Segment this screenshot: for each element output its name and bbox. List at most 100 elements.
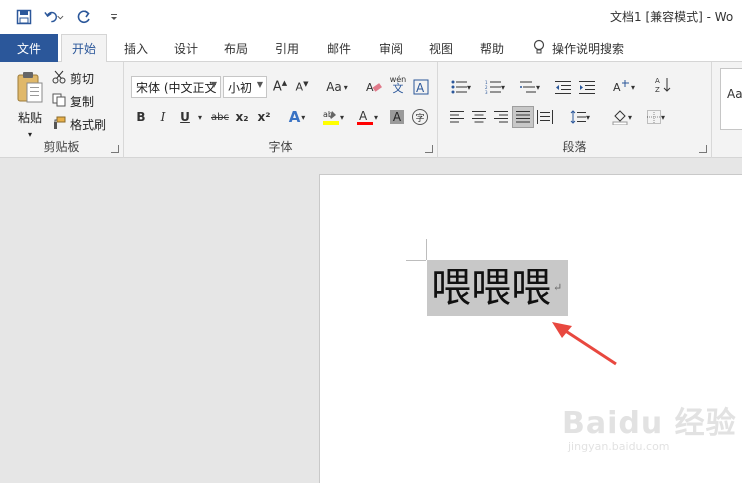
phonetic-char-icon: 文 [392, 82, 404, 95]
tab-help[interactable]: 帮助 [470, 34, 514, 62]
clear-formatting-button[interactable]: A [365, 77, 383, 97]
tab-design[interactable]: 设计 [164, 34, 208, 62]
eraser-icon: A [366, 79, 382, 95]
paste-button[interactable]: 粘贴 ▾ [12, 70, 48, 140]
enclose-characters-button[interactable]: 字 [411, 107, 429, 127]
decrease-indent-icon [555, 80, 571, 94]
change-case-button[interactable]: Aa ▾ [322, 77, 352, 97]
format-painter-icon [52, 116, 66, 133]
tab-mailings[interactable]: 邮件 [317, 34, 361, 62]
numbering-button[interactable]: 123 ▾ [482, 77, 508, 97]
chevron-down-icon: ▾ [339, 112, 344, 122]
italic-button[interactable]: I [156, 107, 170, 127]
grow-font-button[interactable]: A▲ [272, 77, 288, 97]
bold-button[interactable]: B [134, 107, 148, 127]
chevron-down-icon: ▾ [343, 82, 348, 92]
chevron-down-icon: ▾ [301, 112, 306, 122]
tell-me-label: 操作说明搜索 [552, 41, 625, 56]
svg-text:A: A [359, 109, 368, 123]
bullets-button[interactable]: ▾ [448, 77, 474, 97]
chevron-down-icon: ▾ [500, 82, 505, 92]
superscript-button[interactable]: x² [256, 107, 272, 127]
tab-references[interactable]: 引用 [265, 34, 309, 62]
font-size-combo[interactable]: 小初 ▼ [223, 76, 267, 98]
justify-button[interactable] [512, 106, 534, 128]
svg-text:Z: Z [655, 86, 660, 94]
borders-button[interactable]: ▾ [642, 107, 670, 127]
font-name-combo[interactable]: 宋体 (中文正文 ▼ [131, 76, 221, 98]
chevron-down-icon: ▾ [660, 112, 665, 122]
character-shading-button[interactable]: A [388, 107, 406, 127]
tab-layout[interactable]: 布局 [214, 34, 258, 62]
align-left-button[interactable] [448, 107, 466, 127]
highlight-color-button[interactable]: ab ▾ [318, 107, 348, 127]
justify-icon [516, 111, 530, 123]
bullet-list-icon [451, 80, 467, 94]
character-border-button[interactable]: A [412, 77, 430, 97]
increase-indent-button[interactable] [578, 77, 596, 97]
format-painter-label: 格式刷 [70, 117, 107, 132]
line-spacing-button[interactable]: ▾ [566, 107, 594, 127]
paste-icon [15, 72, 45, 107]
tab-insert[interactable]: 插入 [114, 34, 158, 62]
copy-button[interactable]: 复制 [52, 91, 94, 111]
chinese-layout-button[interactable]: A ▾ [610, 77, 638, 97]
font-color-button[interactable]: A ▾ [352, 107, 382, 127]
font-group-label: 字体 [268, 140, 293, 154]
selected-text[interactable]: 喂喂喂 ↵ [427, 260, 569, 316]
chevron-down-icon: ▼ [256, 80, 263, 89]
align-center-button[interactable] [470, 107, 488, 127]
tab-review[interactable]: 审阅 [369, 34, 413, 62]
clipboard-dialog-launcher-icon[interactable] [111, 145, 119, 153]
document-text: 喂喂喂 [431, 265, 551, 311]
tell-me-search[interactable]: 操作说明搜索 [532, 34, 624, 62]
svg-text:3: 3 [485, 90, 488, 94]
multilevel-list-button[interactable]: ▾ [516, 77, 544, 97]
tab-file[interactable]: 文件 [0, 34, 58, 62]
tab-home[interactable]: 开始 [61, 34, 107, 63]
sort-button[interactable]: AZ [654, 75, 672, 95]
text-effects-button[interactable]: A ▾ [284, 107, 310, 127]
align-right-button[interactable] [492, 107, 510, 127]
decrease-indent-button[interactable] [554, 77, 572, 97]
save-icon[interactable] [14, 7, 34, 27]
sort-icon: AZ [655, 76, 671, 94]
distributed-button[interactable] [536, 107, 554, 127]
copy-icon [52, 93, 66, 110]
quick-access-toolbar [14, 7, 124, 27]
chevron-down-icon: ▾ [627, 112, 632, 122]
watermark-main: Baidu 经验 [562, 406, 737, 441]
format-painter-button[interactable]: 格式刷 [52, 114, 106, 134]
styles-gallery[interactable]: Aa [720, 68, 742, 130]
svg-text:A: A [613, 81, 621, 94]
paste-label: 粘贴 [17, 111, 42, 125]
redo-icon[interactable] [74, 7, 94, 27]
customize-qat-icon[interactable] [104, 7, 124, 27]
shading-button[interactable]: ▾ [608, 107, 636, 127]
svg-text:A: A [416, 81, 425, 95]
enclose-characters-label: 字 [412, 109, 428, 125]
clipboard-group: 粘贴 ▾ 剪切 复制 格式刷 剪贴板 [0, 62, 124, 158]
change-case-label: Aa [326, 80, 342, 94]
chevron-down-icon: ▾ [535, 82, 540, 92]
annotation-arrow-icon [552, 322, 617, 366]
margin-marker [406, 260, 426, 261]
cut-button[interactable]: 剪切 [52, 68, 94, 88]
underline-dropdown-icon[interactable]: ▾ [195, 107, 205, 127]
tab-view[interactable]: 视图 [419, 34, 463, 62]
font-dialog-launcher-icon[interactable] [425, 145, 433, 153]
copy-label: 复制 [70, 94, 95, 109]
paragraph-group: ▾ 123 ▾ ▾ A ▾ AZ ▾ ▾ ▾ 段落 [438, 62, 712, 158]
text-effects-icon: A [288, 108, 301, 126]
undo-icon[interactable] [44, 7, 64, 27]
increase-indent-icon [579, 80, 595, 94]
subscript-button[interactable]: x₂ [234, 107, 250, 127]
shrink-font-button[interactable]: A▼ [294, 77, 310, 97]
underline-button[interactable]: U [178, 107, 192, 127]
baidu-watermark: Baidu 经验 jingyan.baidu.com [562, 398, 737, 453]
phonetic-guide-button[interactable]: wén 文 [388, 74, 408, 94]
paragraph-dialog-launcher-icon[interactable] [699, 145, 707, 153]
strikethrough-button[interactable]: abc [210, 107, 230, 127]
chevron-down-icon: ▾ [373, 112, 378, 122]
title-bar: 文档1 [兼容模式] - Wo [0, 0, 742, 34]
